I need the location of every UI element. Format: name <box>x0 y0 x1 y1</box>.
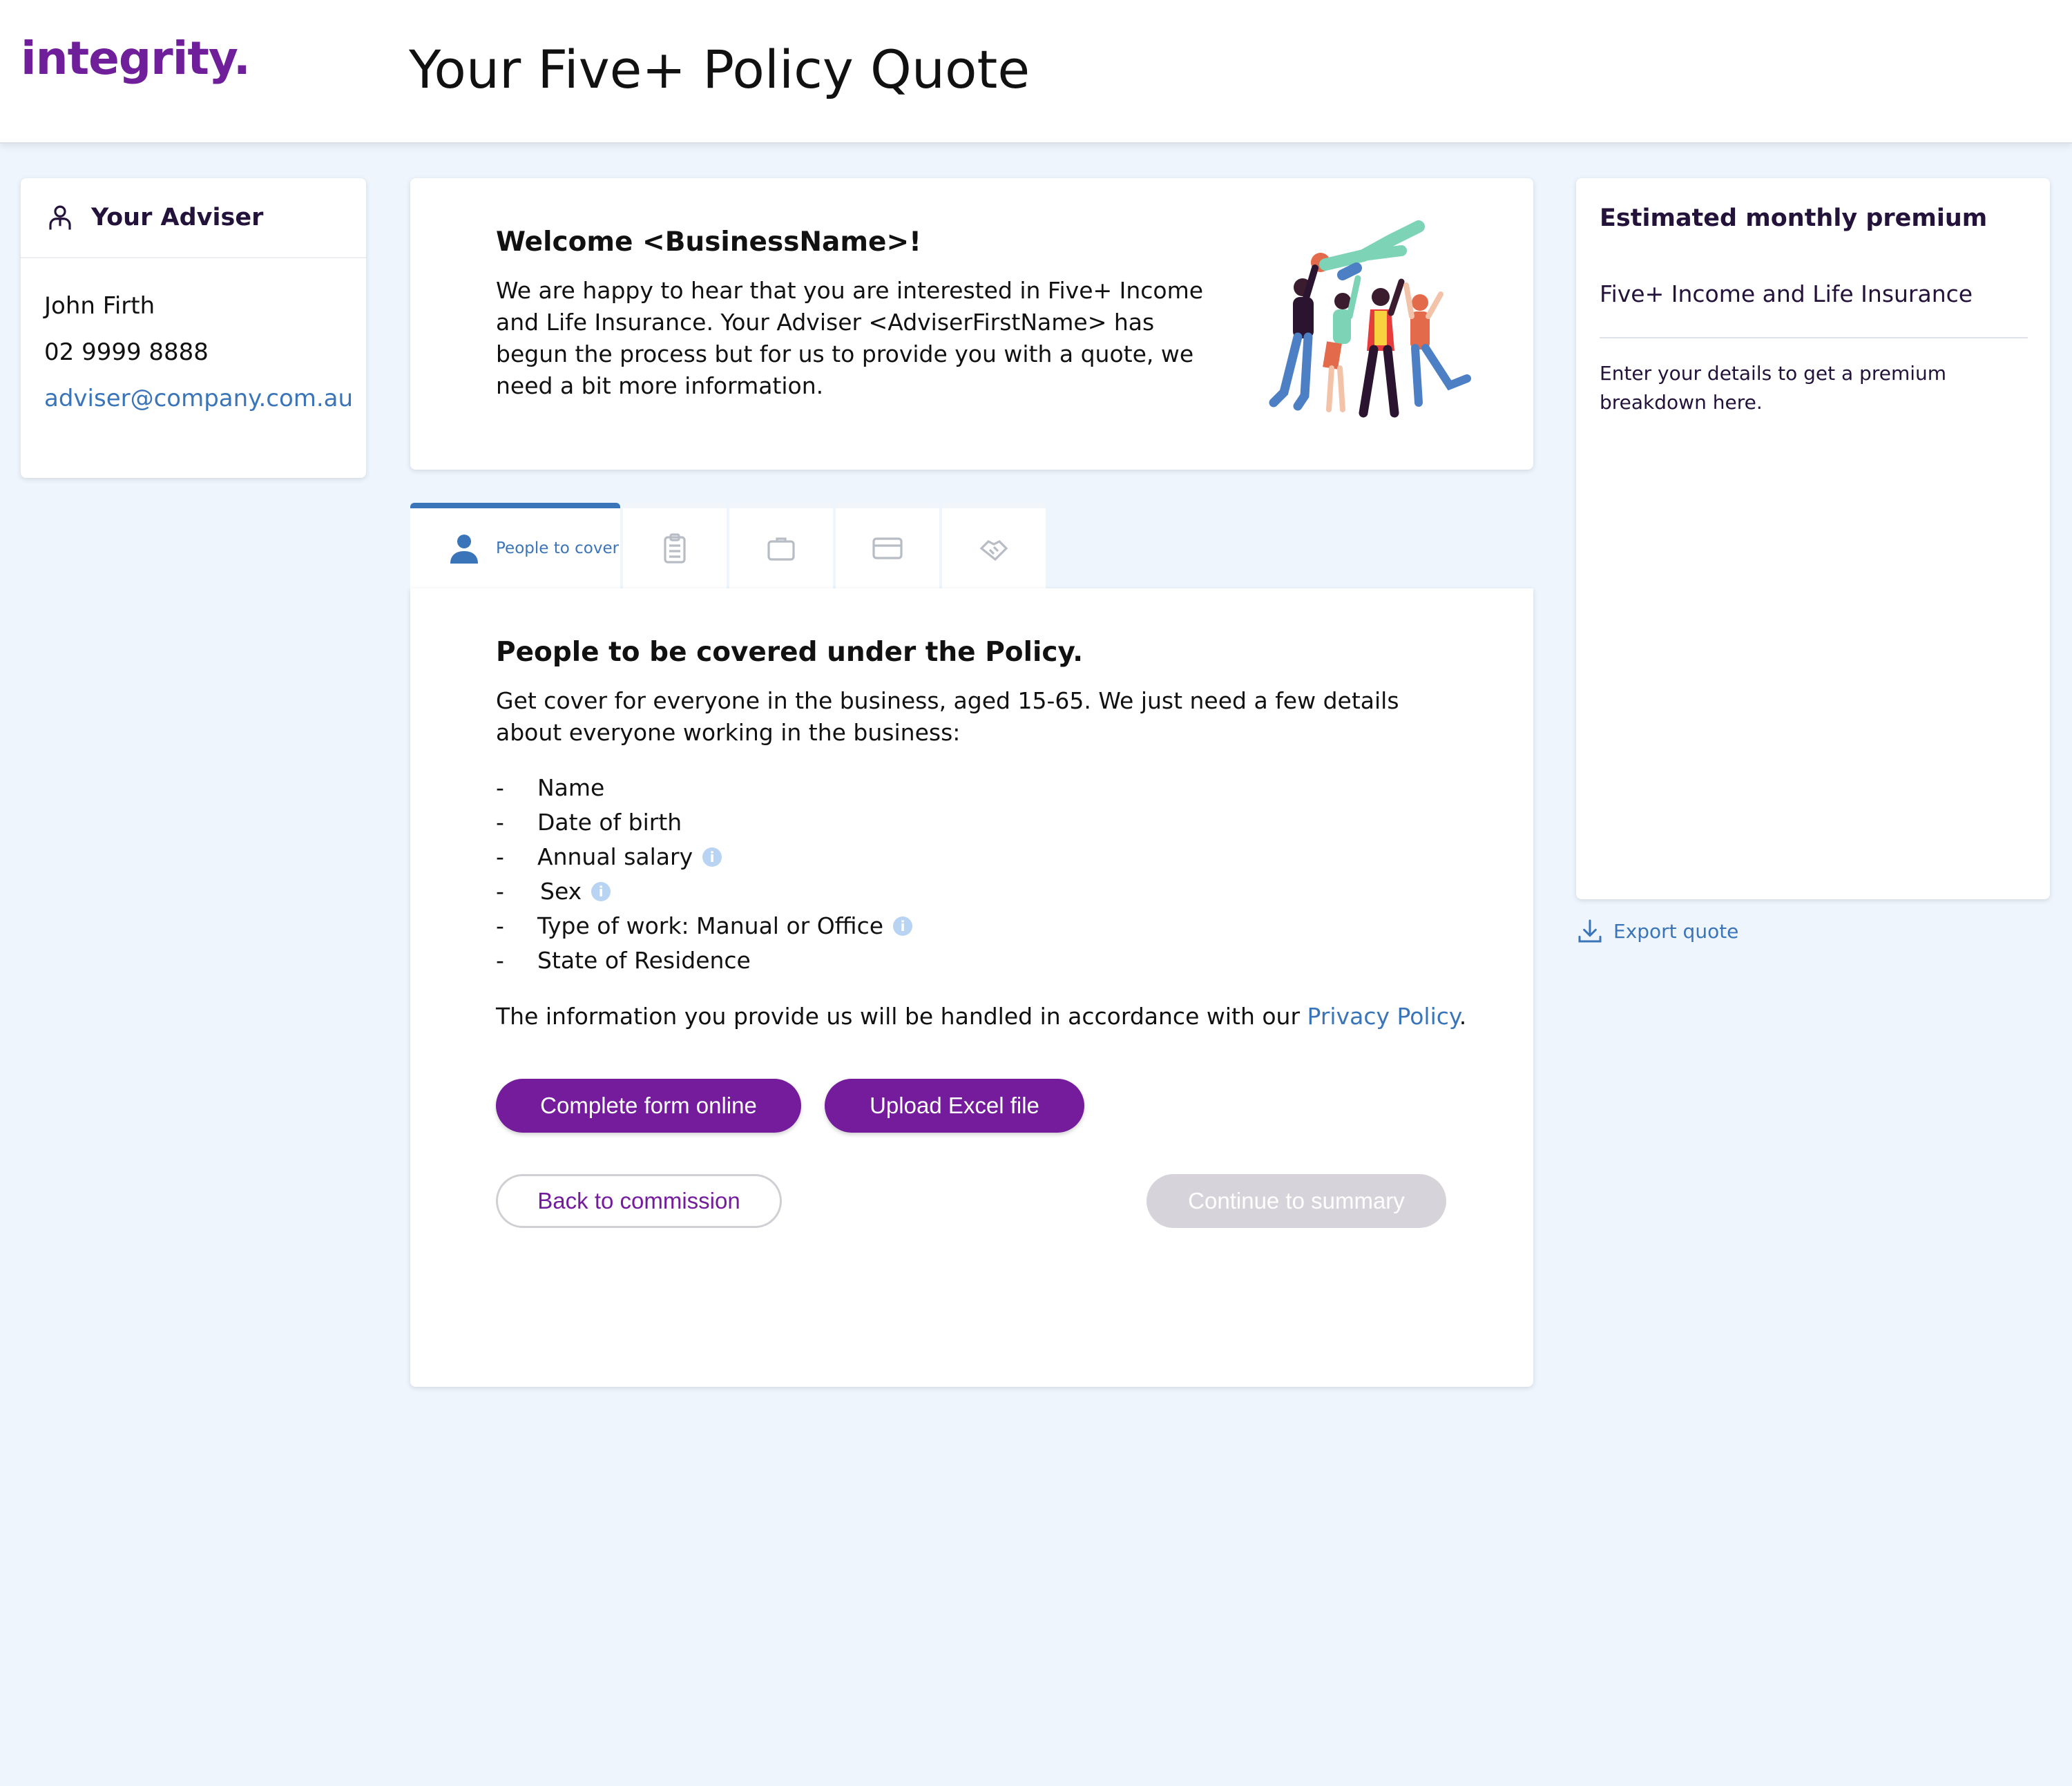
adviser-card-header: Your Adviser <box>21 178 366 258</box>
premium-product: Five+ Income and Life Insurance <box>1600 280 1973 307</box>
section-title: People to be covered under the Policy. <box>496 637 1084 668</box>
tab-details[interactable] <box>623 503 727 588</box>
crowd-person-4 <box>1403 282 1471 407</box>
people-to-cover-panel: People to be covered under the Policy. G… <box>410 588 1533 1387</box>
continue-to-summary-button[interactable]: Continue to summary <box>1147 1174 1446 1228</box>
crowd-person-2 <box>1323 275 1361 412</box>
tab-agreement[interactable] <box>942 503 1046 588</box>
info-icon[interactable]: i <box>591 882 611 901</box>
app-header: integrity. Your Five+ Policy Quote <box>0 0 2072 144</box>
adviser-email-link[interactable]: adviser@company.com.au <box>44 376 366 422</box>
tab-payment[interactable] <box>836 503 939 588</box>
crowd-person-3 <box>1359 278 1405 418</box>
adviser-card-title: Your Adviser <box>91 204 264 231</box>
adviser-name: John Firth <box>44 292 155 320</box>
welcome-text: We are happy to hear that you are intere… <box>496 277 1204 399</box>
premium-title: Estimated monthly premium <box>1600 204 1988 232</box>
list-item: - Sex i <box>496 874 912 909</box>
celebration-illustration <box>1269 220 1471 418</box>
integrity-logo[interactable]: integrity. <box>21 32 251 85</box>
welcome-card: Welcome <BusinessName>! We are happy to … <box>410 178 1533 470</box>
upload-excel-file-button[interactable]: Upload Excel file <box>825 1079 1084 1133</box>
complete-form-online-button[interactable]: Complete form online <box>496 1079 801 1133</box>
list-item: - Date of birth <box>496 809 682 836</box>
step-tabs: People to cover <box>410 503 1048 591</box>
tab-people-to-cover-label: People to cover <box>496 539 620 557</box>
info-icon[interactable]: i <box>893 916 913 936</box>
page-title: Your Five+ Policy Quote <box>409 39 1030 100</box>
credit-card-icon <box>872 537 903 559</box>
export-quote-link[interactable]: Export quote <box>1576 917 1738 945</box>
list-item: - State of Residence <box>496 947 751 974</box>
briefcase-icon <box>767 537 795 561</box>
info-icon[interactable]: i <box>702 847 722 867</box>
list-item: - Name <box>496 774 605 801</box>
premium-note: Enter your details to get a premium brea… <box>1600 362 1947 414</box>
lifted-person <box>1311 220 1425 280</box>
export-quote-label: Export quote <box>1613 919 1739 943</box>
list-item: - Annual salary i <box>496 840 912 874</box>
back-to-commission-button[interactable]: Back to commission <box>496 1174 782 1228</box>
tab-people-to-cover[interactable]: People to cover <box>410 503 620 588</box>
adviser-icon <box>49 205 71 230</box>
handshake-icon <box>979 540 1008 561</box>
divider <box>1600 337 2028 338</box>
adviser-card: Your Adviser John Firth 02 9999 8888 adv… <box>21 178 366 478</box>
welcome-title: Welcome <BusinessName>! <box>496 227 921 258</box>
download-icon <box>1578 919 1602 943</box>
adviser-phone: 02 9999 8888 <box>44 338 209 366</box>
requirements-list: - Name - Date of birth - Annual salary i… <box>496 771 913 978</box>
premium-card: Estimated monthly premium Five+ Income a… <box>1576 178 2050 899</box>
section-intro: Get cover for everyone in the business, … <box>496 687 1399 746</box>
privacy-policy-link[interactable]: Privacy Policy <box>1307 1003 1459 1030</box>
tab-business[interactable] <box>729 503 833 588</box>
crowd-person-1 <box>1269 265 1318 411</box>
person-icon <box>450 535 478 564</box>
privacy-statement: The information you provide us will be h… <box>496 1003 1467 1030</box>
clipboard-icon <box>664 533 686 564</box>
list-item: - Type of work: Manual or Office i <box>496 909 913 943</box>
